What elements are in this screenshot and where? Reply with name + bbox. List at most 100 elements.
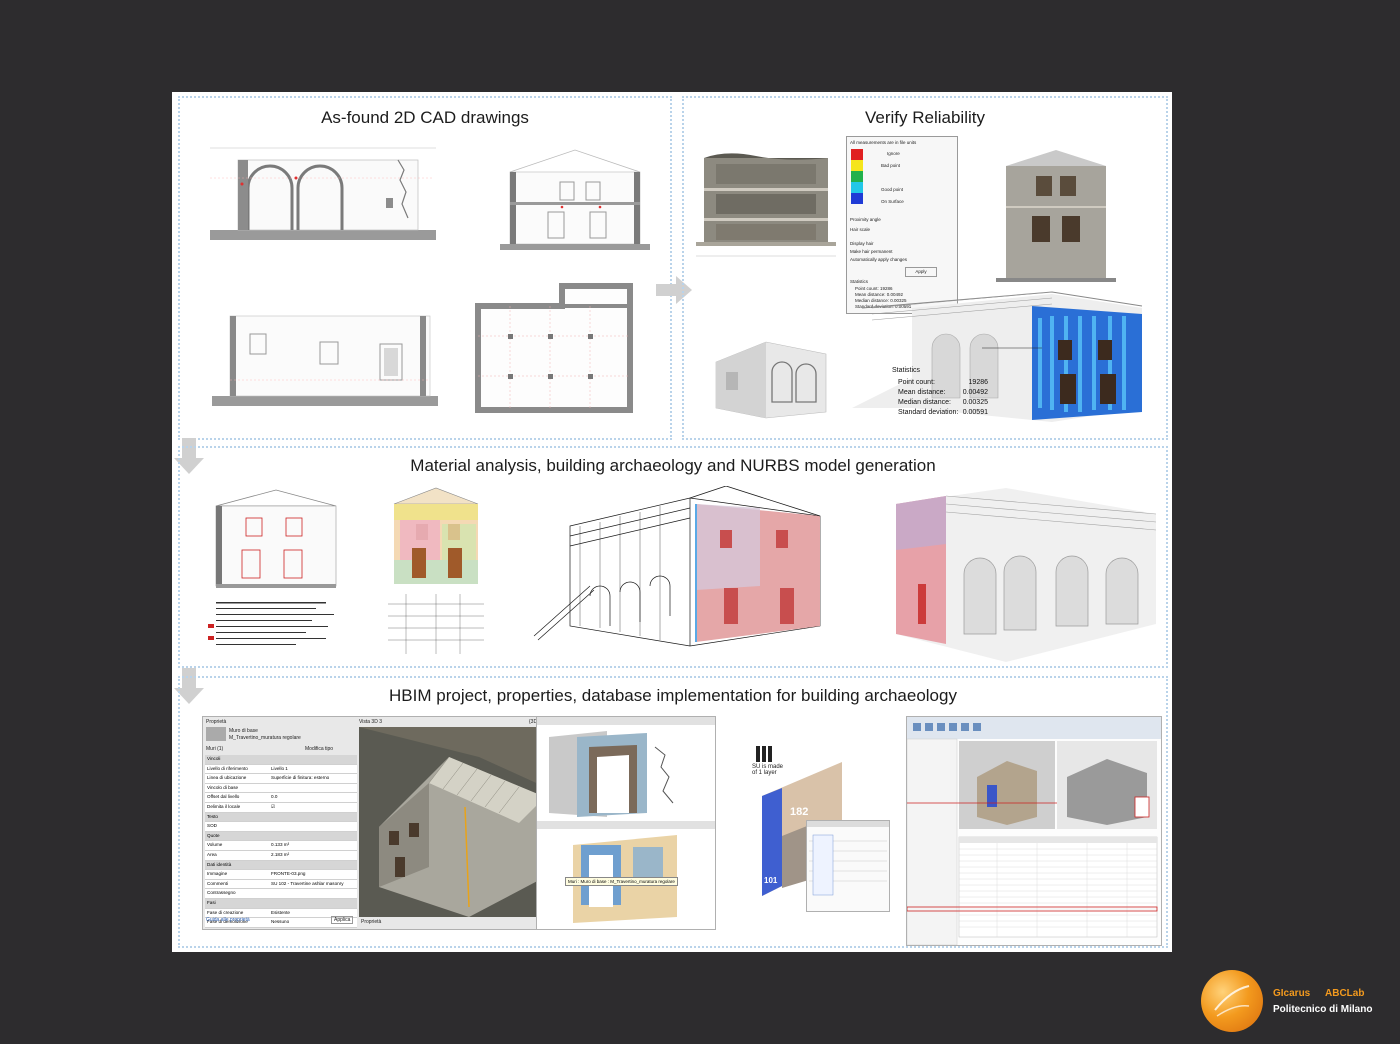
su-number-101: 101: [764, 876, 778, 885]
property-row[interactable]: Volume 0.133 m³: [205, 841, 357, 851]
stratigraphy-elevation: [206, 484, 346, 656]
wall-type-name: Muro di base: [229, 728, 258, 734]
property-row[interactable]: Vincoli: [205, 755, 357, 765]
material-map-elevation: [386, 484, 486, 656]
stats-heading-small: Statistics: [850, 279, 869, 284]
verify-panel: Verify Reliability All measurements are …: [682, 96, 1168, 440]
poster: As-found 2D CAD drawings Verify Reliabil…: [172, 92, 1172, 952]
property-row[interactable]: Testo: [205, 812, 357, 823]
properties-help-link[interactable]: Guida alle proprietà: [206, 917, 250, 923]
property-value[interactable]: 2.183 m²: [269, 851, 357, 860]
property-row[interactable]: Commenti SU 102 - Travertine ashlar mason…: [205, 879, 357, 890]
property-row[interactable]: Delimita il locale ☑: [205, 802, 357, 813]
apply-button[interactable]: Apply: [905, 267, 937, 277]
revit-properties-window: Proprietà Muro di base M_Travertino_mura…: [202, 716, 558, 930]
logo-circle-icon: [1201, 970, 1263, 1032]
property-value[interactable]: Superficie di finitura: esterno: [269, 774, 357, 783]
property-row[interactable]: Area 2.183 m²: [205, 850, 357, 861]
property-value[interactable]: 0.133 m³: [269, 841, 357, 850]
property-key: Dati identità: [207, 861, 232, 867]
logo-lab-name-1: GIcarus: [1273, 988, 1311, 999]
logo-institution: Politecnico di Milano: [1273, 1004, 1373, 1015]
property-key: Fase di creazione: [207, 909, 244, 915]
good-point-label: Good point: [881, 187, 904, 192]
su-layer-note: SU is made of 1 layer: [752, 764, 784, 776]
apply-properties-button[interactable]: Applica: [331, 916, 354, 924]
property-key: SOD: [207, 823, 217, 829]
logo-lab-name-2: ABCLab: [1325, 988, 1365, 999]
property-key: Livello di riferimento: [207, 765, 248, 771]
properties-header: Proprietà: [206, 719, 227, 725]
lab-logo: GIcarus ABCLab Politecnico di Milano: [1201, 970, 1400, 1040]
su-number-182: 182: [790, 806, 809, 818]
cad-elevation-1: [208, 138, 438, 258]
property-row[interactable]: Immagine FRONTE-03.png: [205, 870, 357, 880]
view-tab[interactable]: Vista 3D 3: [359, 719, 382, 725]
wall-type-swatch: [206, 727, 226, 741]
property-key: Quote: [207, 832, 220, 838]
auto-apply-checkbox[interactable]: Automatically apply changes: [850, 257, 907, 262]
door-detail-window: Muri : Muro di base : M_Travertino_murat…: [536, 716, 716, 930]
property-value[interactable]: [269, 755, 357, 764]
stats-row: Median distance: 0.00325: [898, 399, 988, 406]
property-value[interactable]: [269, 784, 357, 793]
photo-facade: [996, 146, 1116, 286]
property-row[interactable]: Fasi: [205, 898, 357, 909]
statistics-heading: Statistics: [892, 367, 921, 374]
property-value[interactable]: [269, 832, 357, 841]
property-row[interactable]: Dati identità: [205, 860, 357, 871]
property-value[interactable]: [269, 889, 357, 898]
deviation-header: All measurements are in file units: [850, 140, 917, 145]
property-key: Commenti: [207, 880, 228, 886]
property-key: Testo: [207, 813, 218, 819]
instance-selector[interactable]: Muri (1): [206, 746, 223, 752]
wall-type-sub: M_Travertino_muratura regolare: [229, 735, 301, 741]
property-row[interactable]: SOD: [205, 822, 357, 832]
material-panel-title: Material analysis, building archaeology …: [410, 456, 936, 475]
color-bar-blue: [851, 193, 863, 204]
property-value[interactable]: [269, 861, 357, 870]
color-bar-green: [851, 171, 863, 182]
property-key: Linea di ubicazione: [207, 775, 247, 781]
cad-panel: As-found 2D CAD drawings: [178, 96, 672, 440]
property-key: Delimita il locale: [207, 803, 241, 809]
ignore-label: Ignore: [887, 151, 900, 156]
property-row[interactable]: Offset dal livello 0.0: [205, 793, 357, 803]
property-row[interactable]: Vincolo di base: [205, 783, 357, 794]
bad-point-label: Bad point: [881, 163, 901, 168]
material-panel: Material analysis, building archaeology …: [178, 446, 1168, 668]
display-hair-checkbox[interactable]: Display hair: [850, 241, 874, 246]
property-key: Volume: [207, 842, 223, 848]
statistics-box: Statistics Point count: 19286 Mean distan…: [892, 366, 988, 418]
revit-3d-view: [359, 727, 545, 917]
properties-bottom-tab[interactable]: Proprietà: [361, 919, 381, 925]
make-permanent-checkbox[interactable]: Make hair permanent: [850, 249, 893, 254]
model-small: [706, 322, 836, 422]
property-row[interactable]: Livello di riferimento Livello 1: [205, 764, 357, 775]
property-value[interactable]: ☑: [269, 803, 357, 812]
stats-row: Mean distance: 0.00492: [898, 389, 988, 396]
property-key: Area: [207, 851, 217, 857]
property-value[interactable]: [269, 822, 357, 831]
property-row[interactable]: Linea di ubicazione Superficie di finitur…: [205, 774, 357, 784]
cad-panel-title: As-found 2D CAD drawings: [321, 108, 529, 127]
edit-type-button[interactable]: Modifica tipo: [305, 746, 333, 752]
properties-table: Vincoli Livello di riferimento Livello 1 Li…: [205, 755, 357, 928]
property-key: Contrassegno: [207, 890, 236, 896]
property-value[interactable]: Livello 1: [269, 765, 357, 774]
cad-plan: [470, 276, 660, 416]
property-value[interactable]: SU 102 - Travertine ashlar masonry: [269, 880, 357, 889]
property-value[interactable]: FRONTE-03.png: [269, 870, 357, 879]
property-row[interactable]: Quote: [205, 831, 357, 842]
color-bar-cyan: [851, 182, 863, 193]
wireframe-model: [530, 486, 840, 656]
property-value[interactable]: [269, 899, 357, 908]
color-bar-red: [851, 149, 863, 160]
property-row[interactable]: Contrassegno: [205, 889, 357, 899]
property-key: Immagine: [207, 871, 228, 877]
color-bar-yellow: [851, 160, 863, 171]
property-value[interactable]: 0.0: [269, 793, 357, 802]
hover-tooltip: Muri : Muro di base : M_Travertino_murat…: [565, 877, 678, 886]
property-key: Vincolo di base: [207, 784, 239, 790]
property-value[interactable]: [269, 813, 357, 822]
